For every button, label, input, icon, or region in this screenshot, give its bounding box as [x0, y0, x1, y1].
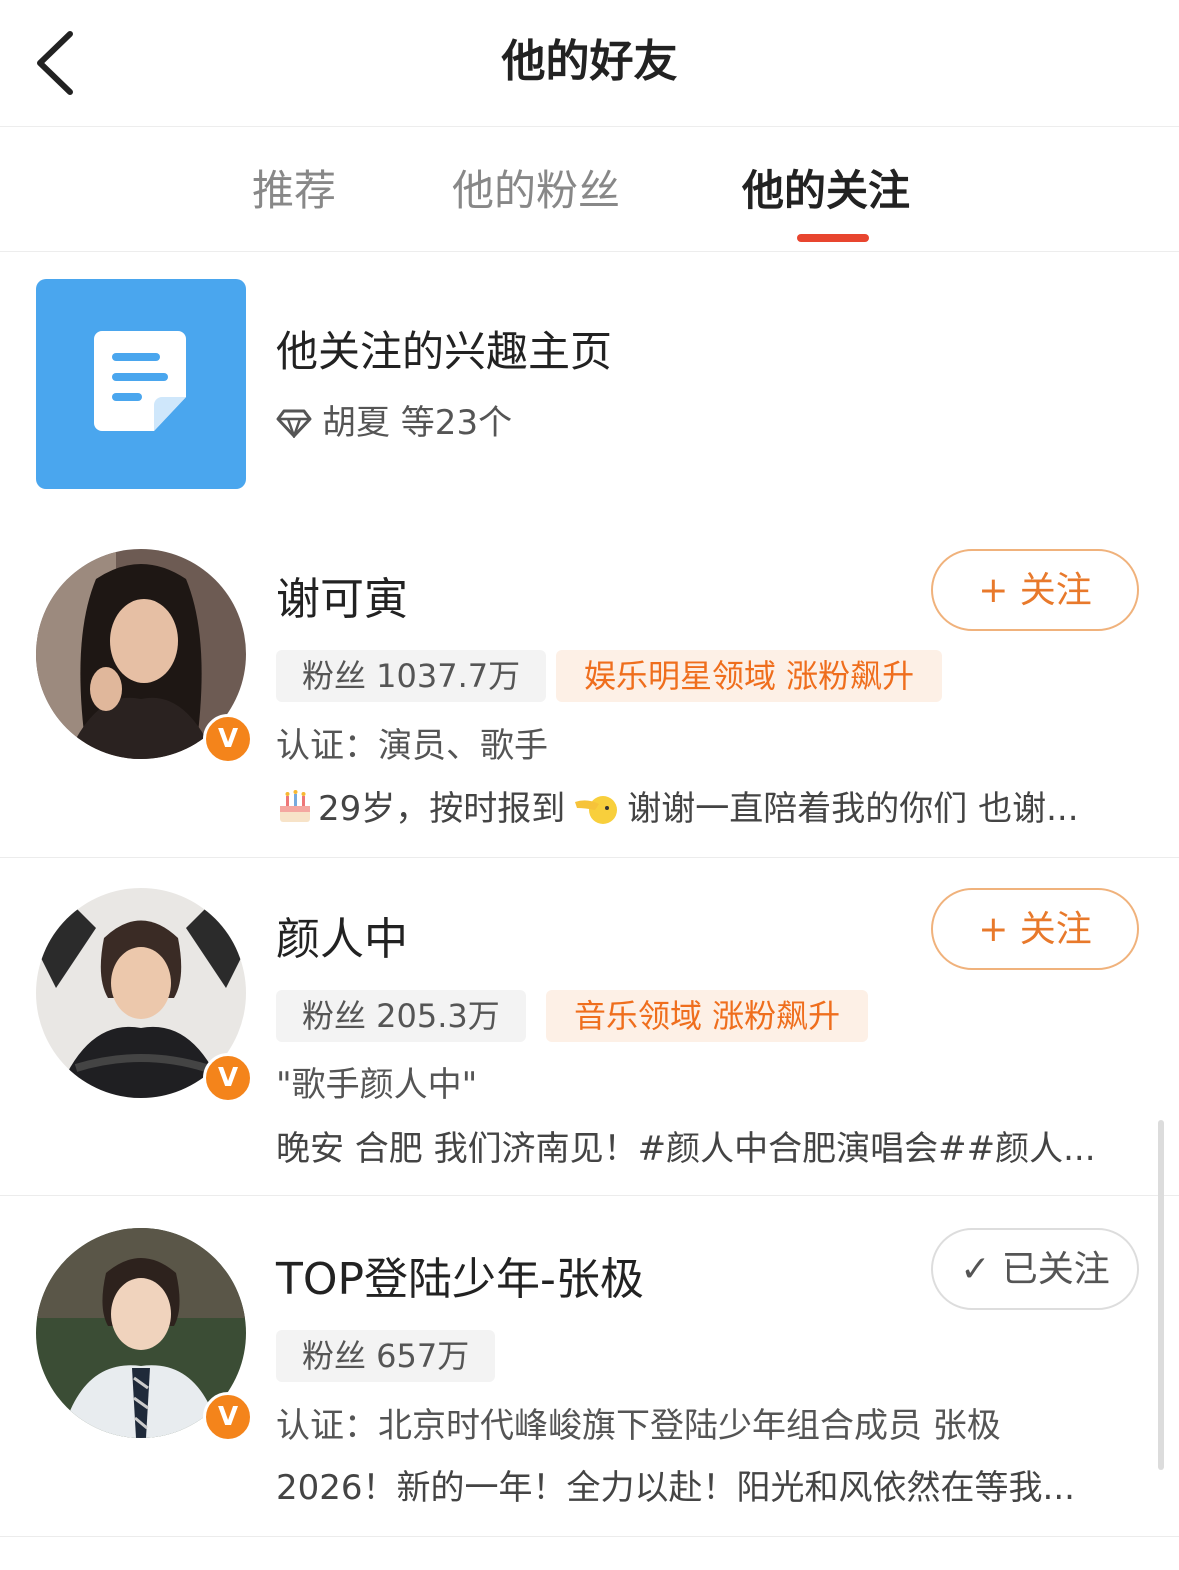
user-row[interactable]: V 谢可寅 + 关注 粉丝 1037.7万 娱乐明星领域 涨粉飙升 认证：演员、… — [0, 512, 1179, 858]
tab-his-following[interactable]: 他的关注 — [742, 163, 910, 219]
interest-subtitle-text: 胡夏 等23个 — [322, 403, 513, 443]
tab-his-fans[interactable]: 他的粉丝 — [452, 163, 620, 219]
interest-subtitle: 胡夏 等23个 — [276, 400, 512, 446]
scrollbar[interactable] — [1158, 1120, 1164, 1470]
interest-title: 他关注的兴趣主页 — [276, 327, 613, 376]
diamond-icon — [276, 409, 312, 438]
user-row[interactable]: V TOP登陆少年-张极 ✓ 已关注 粉丝 657万 认证：北京时代峰峻旗下登陆… — [0, 1196, 1179, 1537]
document-icon — [94, 331, 186, 431]
fan-growth-tag[interactable]: 音乐领域 涨粉飙升 — [546, 990, 869, 1042]
tab-bar: 推荐 他的粉丝 他的关注 — [0, 127, 1179, 252]
verification-text: 认证：演员、歌手 — [276, 726, 548, 766]
verified-badge-icon: V — [203, 1053, 253, 1103]
user-row[interactable]: V 颜人中 + 关注 粉丝 205.3万 音乐领域 涨粉飙升 "歌手颜人中" 晚… — [0, 858, 1179, 1196]
user-name[interactable]: TOP登陆少年-张极 — [276, 1250, 644, 1310]
fans-count: 粉丝 1037.7万 — [276, 650, 547, 702]
fans-count: 粉丝 657万 — [276, 1330, 496, 1382]
follow-button[interactable]: + 关注 — [931, 549, 1139, 631]
user-name[interactable]: 颜人中 — [276, 910, 408, 970]
latest-post[interactable]: 29岁，按时报到 谢谢一直陪着我的你们 也谢... — [276, 785, 1136, 833]
fans-count: 粉丝 205.3万 — [276, 990, 526, 1042]
verified-badge-icon: V — [203, 714, 253, 764]
interest-page-tile — [36, 279, 246, 489]
interest-pages-row[interactable]: 他关注的兴趣主页 胡夏 等23个 — [0, 252, 1179, 512]
salute-emoji-icon — [575, 796, 618, 824]
latest-post[interactable]: 晚安 合肥 我们济南见！#颜人中合肥演唱会##颜人... — [276, 1125, 1136, 1173]
following-button[interactable]: ✓ 已关注 — [931, 1228, 1139, 1310]
active-tab-indicator — [797, 234, 869, 242]
tab-recommend[interactable]: 推荐 — [252, 163, 336, 219]
birthday-cake-icon — [280, 790, 310, 822]
page-title: 他的好友 — [501, 36, 678, 87]
user-name[interactable]: 谢可寅 — [276, 570, 408, 630]
latest-post[interactable]: 2026！新的一年！全力以赴！阳光和风依然在等我... — [276, 1464, 1136, 1512]
follow-button[interactable]: + 关注 — [931, 888, 1139, 970]
fan-growth-tag[interactable]: 娱乐明星领域 涨粉飙升 — [556, 650, 943, 702]
verification-text: "歌手颜人中" — [276, 1065, 478, 1105]
verified-badge-icon: V — [203, 1392, 253, 1442]
verification-text: 认证：北京时代峰峻旗下登陆少年组合成员 张极 — [276, 1406, 1001, 1446]
top-bar: 他的好友 — [0, 0, 1179, 127]
